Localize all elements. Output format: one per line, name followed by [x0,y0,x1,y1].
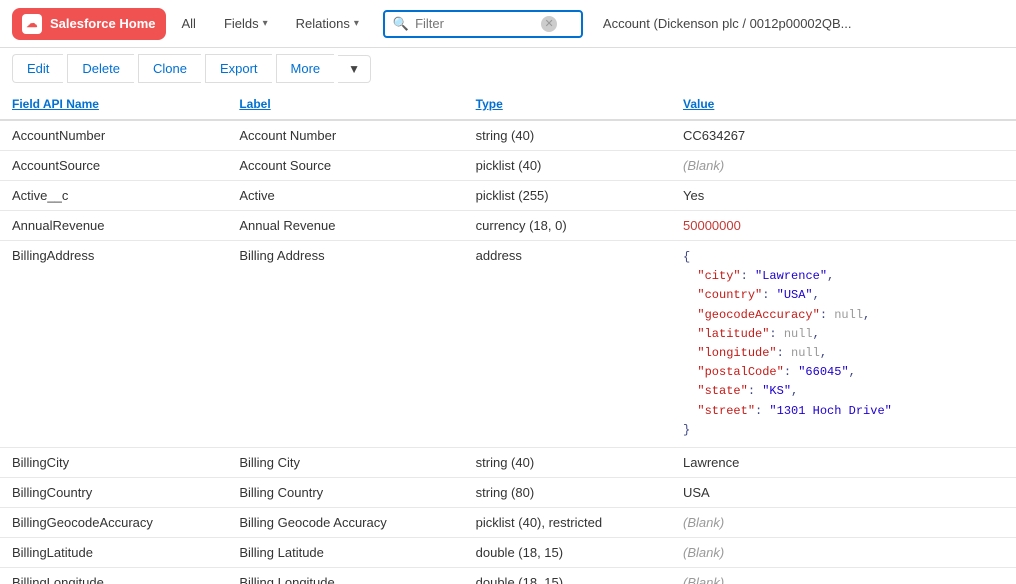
cell-field-api-name: AnnualRevenue [0,211,227,241]
delete-button[interactable]: Delete [67,54,134,83]
cell-type: double (18, 15) [464,537,671,567]
app-logo[interactable]: ☁ Salesforce Home [12,8,166,40]
table-row: Active__cActivepicklist (255)Yes▾ [0,181,1016,211]
filter-search-box[interactable]: 🔍 ✕ [383,10,583,38]
cell-value: (Blank)▾ [671,151,992,181]
salesforce-icon: ☁ [22,14,42,34]
toolbar: Edit Delete Clone Export More ▼ [0,48,1016,89]
blank-value: (Blank) [683,158,724,173]
cell-label: Account Source [227,151,463,181]
nav-fields[interactable]: Fields ▾ [212,10,280,37]
address-json: { "city": "Lawrence", "country": "USA", … [683,248,980,440]
more-button[interactable]: More [276,54,335,83]
row-spacer [992,447,1016,477]
top-navigation-bar: ☁ Salesforce Home All Fields ▾ Relations… [0,0,1016,48]
col-header-field-api-name[interactable]: Field API Name [0,89,227,120]
search-icon: 🔍 [393,16,409,32]
row-spacer [992,241,1016,448]
table-row: BillingCityBilling Citystring (40)Lawren… [0,447,1016,477]
relations-chevron-icon: ▾ [354,18,359,29]
table-row: BillingAddressBilling Addressaddress{ "c… [0,241,1016,448]
nav-relations-label: Relations [296,16,350,31]
row-spacer [992,151,1016,181]
row-spacer [992,181,1016,211]
cell-field-api-name: BillingGeocodeAccuracy [0,507,227,537]
nav-relations[interactable]: Relations ▾ [284,10,371,37]
table-row: BillingLatitudeBilling Latitudedouble (1… [0,537,1016,567]
blank-value: (Blank) [683,515,724,530]
col-header-spacer [992,89,1016,120]
cell-field-api-name: AccountSource [0,151,227,181]
filter-input[interactable] [415,16,535,31]
cell-type: picklist (40) [464,151,671,181]
row-spacer [992,567,1016,584]
cell-label: Active [227,181,463,211]
cell-value: Yes▾ [671,181,992,211]
row-spacer [992,537,1016,567]
cell-value: (Blank)▾ [671,507,992,537]
account-title: Account (Dickenson plc / 0012p00002QB... [603,16,852,31]
cell-value: USA▾ [671,477,992,507]
col-header-label[interactable]: Label [227,89,463,120]
cell-label: Account Number [227,120,463,151]
cell-field-api-name: BillingCity [0,447,227,477]
clone-button[interactable]: Clone [138,54,201,83]
cell-type: currency (18, 0) [464,211,671,241]
cell-field-api-name: Active__c [0,181,227,211]
cell-label: Billing Longitude [227,567,463,584]
currency-value: 50000000 [683,218,741,233]
blank-value: (Blank) [683,545,724,560]
edit-button[interactable]: Edit [12,54,63,83]
cell-type: string (40) [464,120,671,151]
cell-value: (Blank)▾ [671,567,992,584]
cell-label: Annual Revenue [227,211,463,241]
cell-type: picklist (255) [464,181,671,211]
row-spacer [992,507,1016,537]
nav-all-label: All [182,16,196,31]
cell-value: (Blank)▾ [671,537,992,567]
app-title: Salesforce Home [50,16,156,31]
cell-value: { "city": "Lawrence", "country": "USA", … [671,241,992,448]
cell-value: 50000000▾ [671,211,992,241]
cell-label: Billing Latitude [227,537,463,567]
more-dropdown-button[interactable]: ▼ [338,55,371,83]
cell-field-api-name: BillingCountry [0,477,227,507]
table-header-row: Field API Name Label Type Value [0,89,1016,120]
cell-field-api-name: BillingLatitude [0,537,227,567]
table-row: BillingGeocodeAccuracyBilling Geocode Ac… [0,507,1016,537]
table-row: AccountSourceAccount Sourcepicklist (40)… [0,151,1016,181]
col-header-value[interactable]: Value [671,89,992,120]
cell-type: string (40) [464,447,671,477]
cell-label: Billing Geocode Accuracy [227,507,463,537]
cell-field-api-name: BillingAddress [0,241,227,448]
table-row: BillingCountryBilling Countrystring (80)… [0,477,1016,507]
export-button[interactable]: Export [205,54,272,83]
cell-label: Billing Address [227,241,463,448]
cell-type: string (80) [464,477,671,507]
fields-table: Field API Name Label Type Value AccountN… [0,89,1016,584]
row-spacer [992,477,1016,507]
table-row: AccountNumberAccount Numberstring (40)CC… [0,120,1016,151]
cell-value: Lawrence▾ [671,447,992,477]
table-row: AnnualRevenueAnnual Revenuecurrency (18,… [0,211,1016,241]
cell-value: CC634267▾ [671,120,992,151]
cell-label: Billing City [227,447,463,477]
cell-label: Billing Country [227,477,463,507]
cell-field-api-name: BillingLongitude [0,567,227,584]
col-header-type[interactable]: Type [464,89,671,120]
cell-type: picklist (40), restricted [464,507,671,537]
cell-type: address [464,241,671,448]
row-spacer [992,211,1016,241]
nav-all[interactable]: All [170,10,208,37]
data-table-container: Field API Name Label Type Value AccountN… [0,89,1016,584]
cell-field-api-name: AccountNumber [0,120,227,151]
row-spacer [992,120,1016,151]
fields-chevron-icon: ▾ [263,18,268,29]
nav-fields-label: Fields [224,16,259,31]
cell-type: double (18, 15) [464,567,671,584]
table-row: BillingLongitudeBilling Longitudedouble … [0,567,1016,584]
filter-clear-button[interactable]: ✕ [541,16,557,32]
